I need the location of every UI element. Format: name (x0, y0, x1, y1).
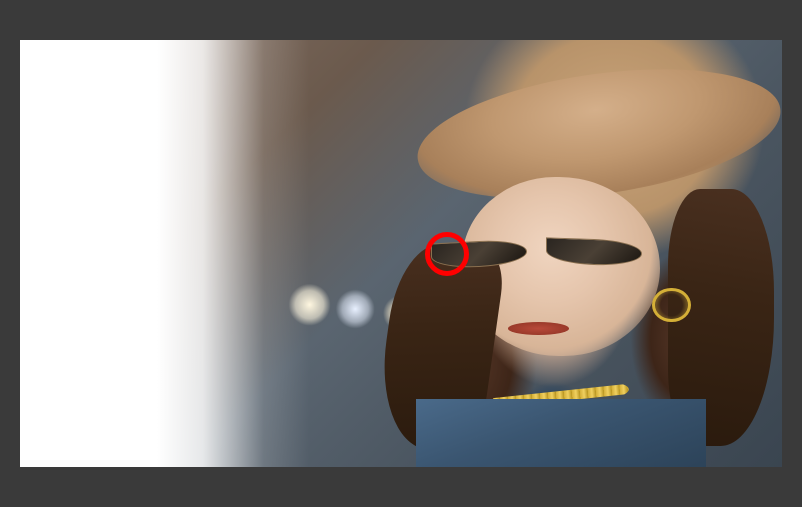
photo-denim-collar (416, 399, 706, 467)
photo-lens-left (431, 238, 527, 269)
photo-sunglasses (431, 241, 660, 267)
photo-earring (652, 288, 690, 322)
canvas-area[interactable] (20, 40, 782, 467)
photo-lens-right (546, 238, 642, 267)
photo-lips (508, 322, 569, 335)
